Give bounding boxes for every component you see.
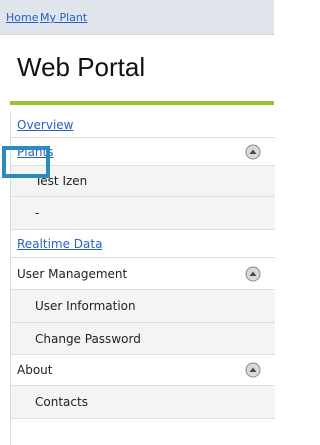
breadcrumb-my-plant-link[interactable]: My Plant (40, 11, 87, 24)
menu-item-about-label: About (17, 363, 53, 377)
menu-subitem-user-information[interactable]: User Information (11, 290, 275, 323)
page-title: Web Portal (17, 52, 146, 82)
menu-subitem-label: User Information (35, 299, 136, 313)
collapse-arrow-icon[interactable] (245, 144, 261, 160)
menu-item-overview[interactable]: Overview (11, 112, 275, 138)
menu-item-realtime-data[interactable]: Realtime Data (11, 230, 275, 258)
menu-subitem-test-izen[interactable]: Test Izen (11, 166, 275, 197)
menu-item-plants[interactable]: Plants (11, 138, 275, 166)
menu-item-overview-label[interactable]: Overview (17, 118, 74, 132)
title-divider (10, 101, 274, 105)
menu-item-about[interactable]: About (11, 355, 275, 386)
menu-subitem-contacts[interactable]: Contacts (11, 386, 275, 419)
collapse-arrow-icon[interactable] (245, 362, 261, 378)
menu-subitem-dash[interactable]: - (11, 197, 275, 230)
portal-frame: Home My Plant Web Portal Overview Plants… (0, 0, 275, 445)
menu-subitem-label: - (35, 206, 40, 220)
menu-subitem-label: Change Password (35, 331, 141, 346)
selection-highlight (2, 146, 50, 178)
menu-subitem-change-password[interactable]: Change Password (11, 323, 275, 355)
menu-subitem-label: Contacts (35, 395, 88, 409)
breadcrumb-home-link[interactable]: Home (6, 11, 38, 24)
breadcrumb: Home My Plant (0, 0, 274, 35)
menu-item-user-management-label: User Management (17, 266, 128, 281)
collapse-arrow-icon[interactable] (245, 266, 261, 282)
menu-item-realtime-data-label[interactable]: Realtime Data (17, 237, 102, 251)
menu-item-user-management[interactable]: User Management (11, 258, 275, 290)
